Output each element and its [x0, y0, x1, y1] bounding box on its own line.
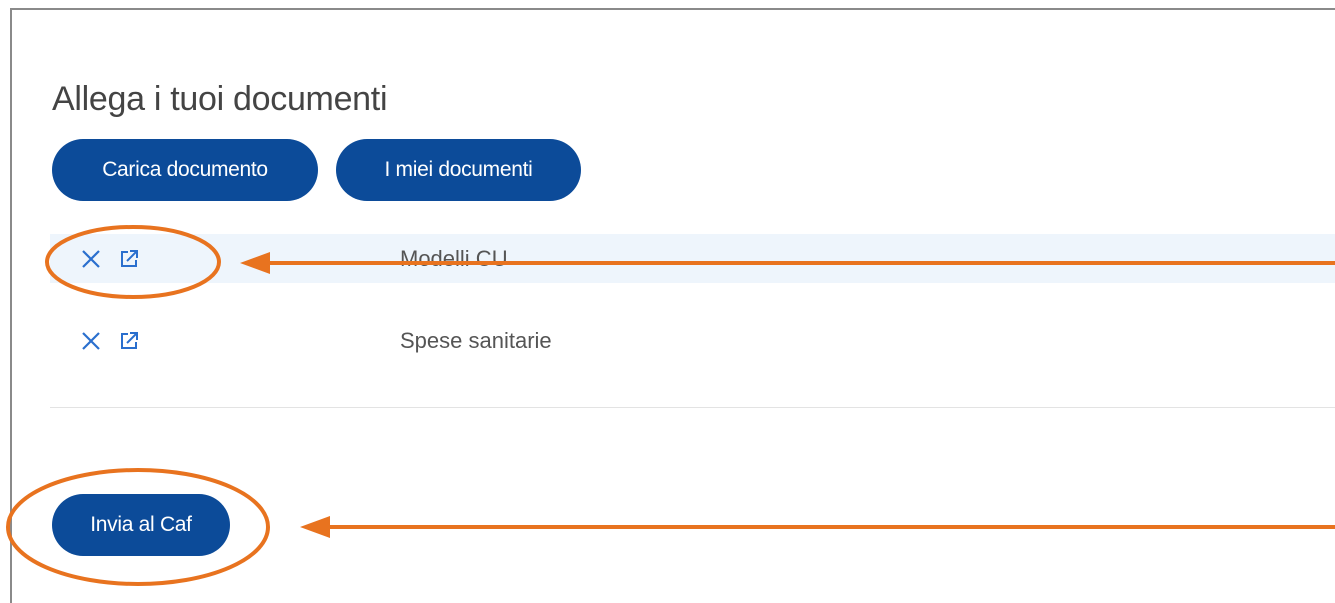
- page-title: Allega i tuoi documenti: [52, 80, 388, 118]
- close-icon[interactable]: [80, 248, 102, 270]
- send-to-caf-button[interactable]: Invia al Caf: [52, 494, 230, 556]
- upload-document-button[interactable]: Carica documento: [52, 139, 318, 201]
- document-name: Modelli CU: [400, 245, 508, 271]
- row-actions: [80, 313, 140, 369]
- document-row: Modelli CU: [50, 234, 1335, 283]
- row-actions: [80, 234, 140, 283]
- external-link-icon[interactable]: [118, 248, 140, 270]
- my-documents-button[interactable]: I miei documenti: [336, 139, 581, 201]
- close-icon[interactable]: [80, 330, 102, 352]
- document-row: Spese sanitarie: [50, 313, 1335, 369]
- document-name: Spese sanitarie: [400, 328, 552, 353]
- section-divider: [50, 407, 1335, 408]
- external-link-icon[interactable]: [118, 330, 140, 352]
